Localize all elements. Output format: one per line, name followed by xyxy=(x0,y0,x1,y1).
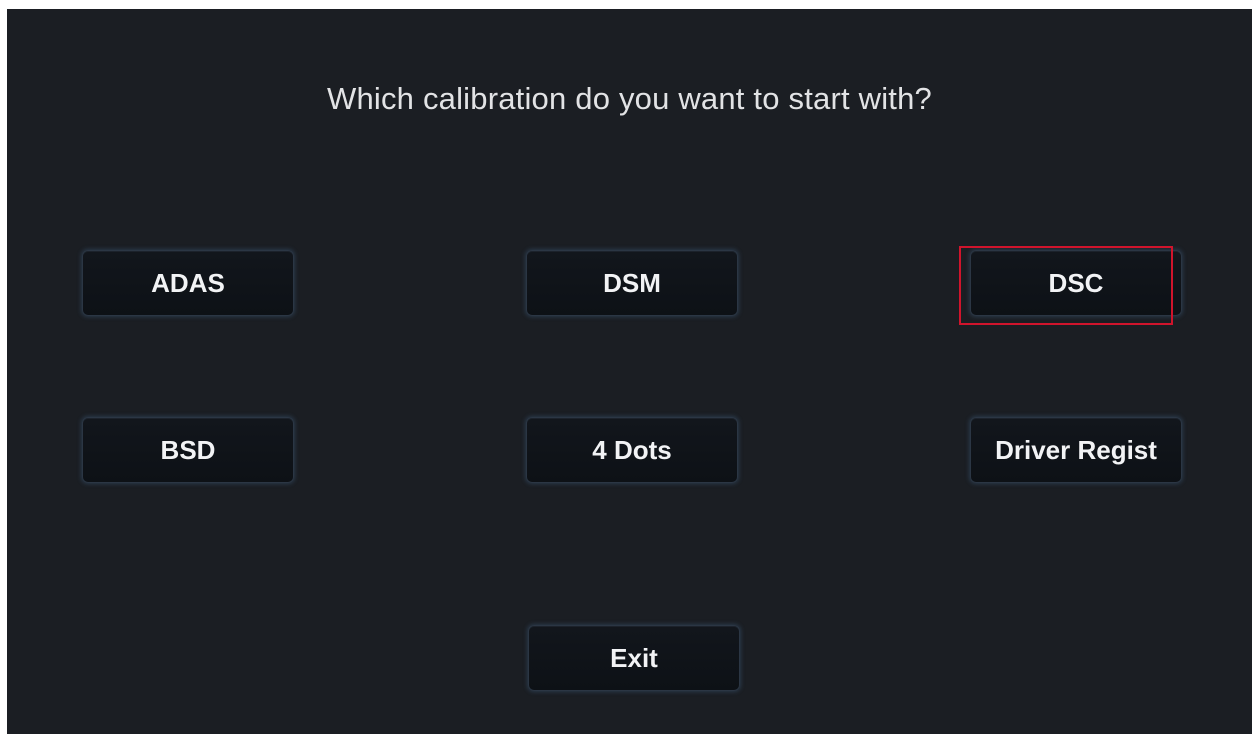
bsd-button-label: BSD xyxy=(160,434,216,465)
exit-button-label: Exit xyxy=(610,642,658,673)
dsc-button-label: DSC xyxy=(1048,267,1104,298)
bsd-button[interactable]: BSD xyxy=(82,417,294,483)
dialog-title: Which calibration do you want to start w… xyxy=(327,81,932,116)
calibration-screen: Which calibration do you want to start w… xyxy=(7,9,1252,734)
dsm-button[interactable]: DSM xyxy=(526,250,738,316)
adas-button-label: ADAS xyxy=(151,267,225,298)
four-dots-button[interactable]: 4 Dots xyxy=(526,417,738,483)
driver-regist-button-label: Driver Regist xyxy=(995,434,1157,465)
dsm-button-label: DSM xyxy=(603,267,661,298)
exit-button[interactable]: Exit xyxy=(528,625,740,691)
adas-button[interactable]: ADAS xyxy=(82,250,294,316)
driver-regist-button[interactable]: Driver Regist xyxy=(970,417,1182,483)
four-dots-button-label: 4 Dots xyxy=(592,434,672,465)
dsc-button[interactable]: DSC xyxy=(970,250,1182,316)
